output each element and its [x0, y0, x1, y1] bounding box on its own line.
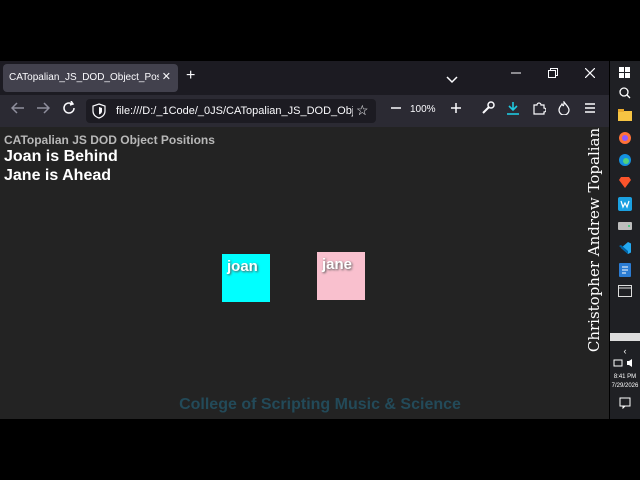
windows-start-icon[interactable] — [617, 67, 633, 83]
tray-icons[interactable] — [613, 355, 637, 367]
forward-arrow-icon[interactable] — [33, 101, 53, 118]
flame-icon[interactable] — [554, 100, 574, 118]
notification-icon[interactable] — [617, 397, 633, 413]
clock-time[interactable]: 8:41 PM — [610, 374, 640, 380]
shield-icon[interactable] — [92, 103, 106, 124]
joan-box: joan — [222, 254, 270, 302]
url-bar[interactable]: file:///D:/_1Code/_0JS/CATopalian_JS_DOD… — [86, 99, 376, 123]
tab-bar: CATopalian_JS_DOD_Object_Positions ✕ + — [0, 61, 609, 95]
active-tab[interactable]: CATopalian_JS_DOD_Object_Positions ✕ — [3, 64, 178, 92]
jane-box: jane — [317, 252, 365, 300]
vscode-icon[interactable] — [617, 241, 633, 257]
close-tab-icon[interactable]: ✕ — [162, 70, 171, 83]
document-icon[interactable] — [617, 263, 633, 279]
footer-text: College of Scripting Music & Science — [179, 396, 461, 413]
browser-window: CATopalian_JS_DOD_Object_Positions ✕ + — [0, 61, 609, 419]
url-text[interactable]: file:///D:/_1Code/_0JS/CATopalian_JS_DOD… — [116, 105, 353, 117]
joan-status: Joan is Behind — [4, 148, 118, 165]
wordpad-icon[interactable] — [617, 197, 633, 213]
hamburger-menu-icon[interactable] — [580, 101, 600, 117]
clock-date[interactable]: 7/29/2026 — [610, 383, 640, 389]
download-icon[interactable] — [503, 101, 523, 118]
page-title: CATopalian JS DOD Object Positions — [4, 133, 215, 147]
extensions-puzzle-icon[interactable] — [529, 101, 549, 118]
joan-label: joan — [227, 258, 258, 275]
new-tab-button[interactable]: + — [186, 68, 195, 84]
jane-status: Jane is Ahead — [4, 167, 112, 184]
nav-toolbar: file:///D:/_1Code/_0JS/CATopalian_JS_DOD… — [0, 95, 609, 127]
zoom-in-button[interactable] — [446, 101, 466, 117]
window-icon[interactable] — [617, 285, 633, 301]
minimize-window-button[interactable] — [506, 67, 526, 81]
author-signature: Christopher Andrew Topalian — [585, 127, 603, 353]
reload-icon[interactable] — [59, 100, 79, 118]
brave-icon[interactable] — [617, 175, 633, 191]
close-window-button[interactable] — [580, 67, 600, 81]
wrench-icon[interactable] — [478, 101, 498, 118]
chevron-down-icon[interactable] — [446, 71, 458, 89]
search-icon[interactable] — [617, 87, 633, 103]
zoom-level[interactable]: 100% — [410, 104, 436, 115]
bookmark-star-icon[interactable]: ☆ — [356, 102, 369, 119]
zoom-out-button[interactable] — [386, 101, 406, 117]
page-content: CATopalian JS DOD Object Positions Joan … — [0, 127, 609, 419]
back-arrow-icon[interactable] — [8, 101, 28, 118]
taskbar-scrollbar[interactable] — [610, 333, 640, 341]
file-explorer-icon[interactable] — [617, 109, 633, 125]
jane-label: jane — [322, 256, 353, 273]
edge-icon[interactable] — [617, 153, 633, 169]
tab-title: CATopalian_JS_DOD_Object_Positions — [9, 72, 159, 83]
restore-window-button[interactable] — [543, 67, 563, 81]
drive-icon[interactable] — [617, 219, 633, 235]
taskbar: ‹ 8:41 PM 7/29/2026 — [610, 61, 640, 419]
firefox-icon[interactable] — [617, 131, 633, 147]
